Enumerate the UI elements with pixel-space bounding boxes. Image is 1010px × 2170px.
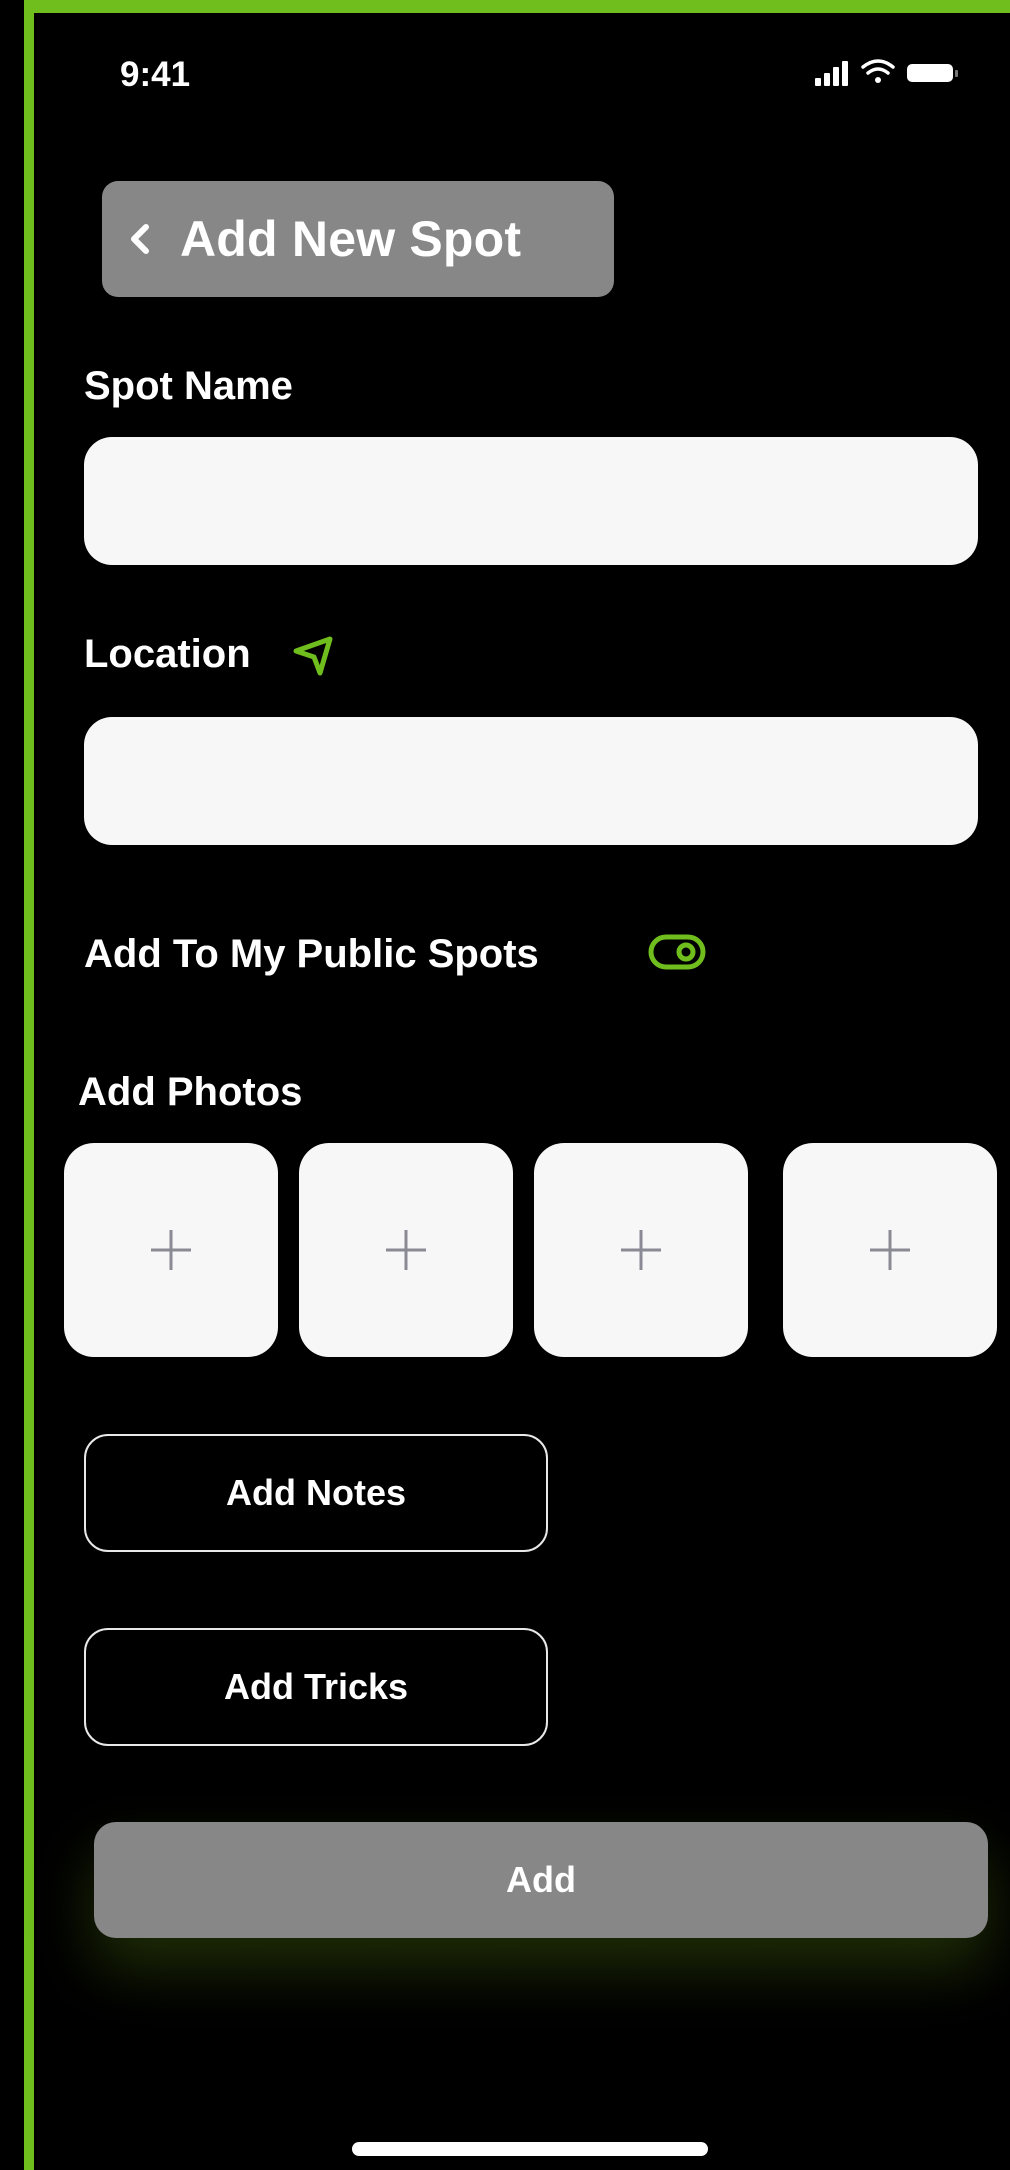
- spot-name-input[interactable]: [84, 437, 978, 565]
- status-icons: [815, 59, 958, 86]
- add-notes-button[interactable]: Add Notes: [84, 1434, 548, 1552]
- public-spots-label: Add To My Public Spots: [84, 932, 539, 976]
- photo-slot-1[interactable]: [64, 1143, 278, 1357]
- frame-border-top: [24, 0, 1010, 13]
- back-header-button[interactable]: Add New Spot: [102, 181, 614, 297]
- battery-icon: [907, 64, 958, 82]
- app-screen: 9:41 Add New Spot Spot Name Location Add…: [0, 0, 1010, 2170]
- add-button[interactable]: Add: [94, 1822, 988, 1938]
- photo-slot-4[interactable]: [783, 1143, 997, 1357]
- plus-icon: [151, 1230, 191, 1270]
- photo-slot-3[interactable]: [534, 1143, 748, 1357]
- public-spots-toggle[interactable]: [648, 934, 706, 970]
- add-photos-label: Add Photos: [78, 1070, 303, 1114]
- plus-icon: [386, 1230, 426, 1270]
- page-title: Add New Spot: [180, 211, 522, 267]
- cellular-signal-icon: [815, 61, 848, 86]
- photo-slot-2[interactable]: [299, 1143, 513, 1357]
- chevron-left-icon: [126, 219, 156, 259]
- home-indicator[interactable]: [352, 2142, 708, 2156]
- frame-border-left: [24, 0, 34, 2170]
- spot-name-label: Spot Name: [84, 364, 293, 408]
- wifi-icon: [861, 59, 895, 83]
- location-label: Location: [84, 632, 251, 676]
- add-tricks-button[interactable]: Add Tricks: [84, 1628, 548, 1746]
- status-time: 9:41: [120, 55, 191, 94]
- location-input[interactable]: [84, 717, 978, 845]
- plus-icon: [870, 1230, 910, 1270]
- location-arrow-icon[interactable]: [290, 633, 336, 679]
- plus-icon: [621, 1230, 661, 1270]
